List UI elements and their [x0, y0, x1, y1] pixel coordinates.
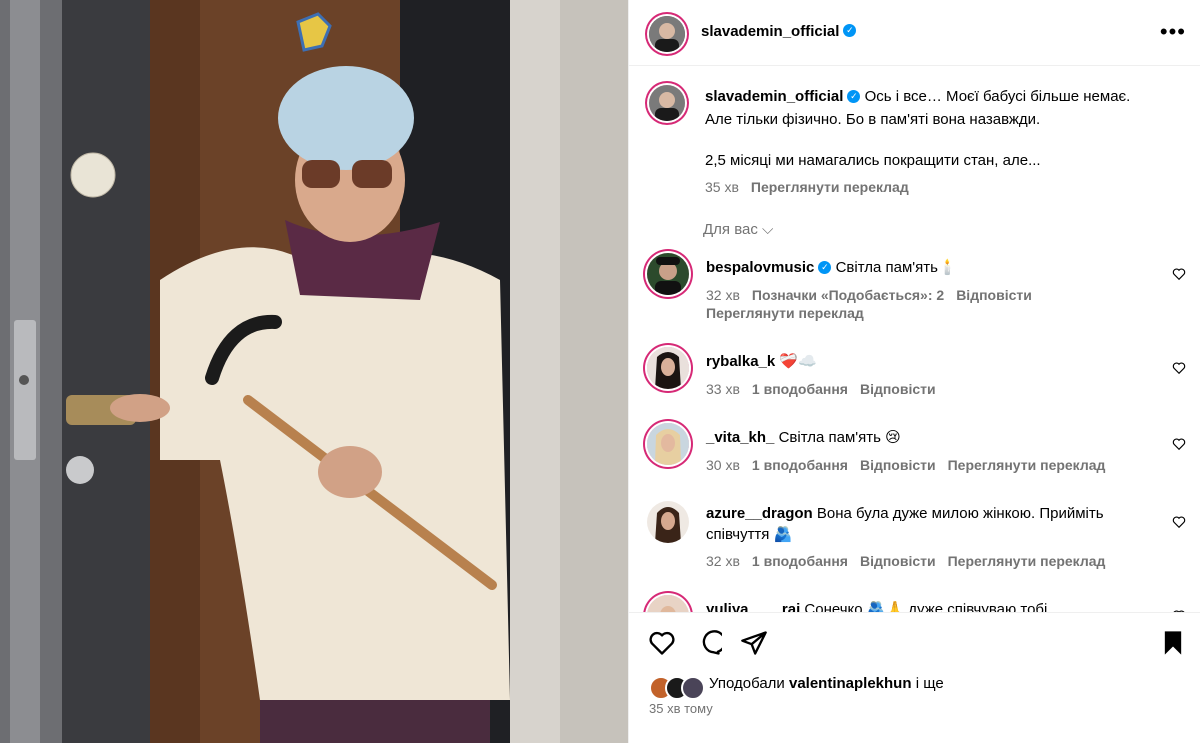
comment-likes[interactable]: 1 вподобання: [752, 457, 848, 473]
comment-likes[interactable]: 1 вподобання: [752, 381, 848, 397]
like-comment-heart-icon[interactable]: [1172, 437, 1186, 451]
comment-body: Світла пам'ять🕯️: [835, 259, 957, 276]
reply-button[interactable]: Відповісти: [956, 287, 1032, 303]
comment-time: 33 хв: [706, 381, 740, 397]
comment-body: Світла пам'ять 😢: [778, 429, 901, 446]
like-heart-icon[interactable]: [648, 629, 676, 657]
reply-button[interactable]: Відповісти: [860, 381, 936, 397]
like-comment-heart-icon[interactable]: [1172, 361, 1186, 375]
comment-body: ❤️‍🩹☁️: [779, 353, 817, 370]
comment-avatar[interactable]: [647, 253, 689, 295]
avatar-photo: [647, 347, 689, 389]
comment-username[interactable]: rybalka_k: [706, 353, 775, 370]
caption-time: 35 хв: [705, 179, 739, 195]
for-you-filter[interactable]: Для вас ⌵: [703, 221, 773, 238]
more-options-icon[interactable]: •••: [1160, 21, 1186, 43]
save-bookmark-icon[interactable]: [1159, 629, 1187, 657]
comment-meta: 30 хв 1 вподобання Відповісти Переглянути п…: [706, 457, 1105, 473]
post-header: slavademin_official ✓ •••: [629, 0, 1200, 66]
comments-scroll[interactable]: slavademin_official ✓ Ось і все… Моєї баб…: [629, 67, 1200, 612]
comment-time: 30 хв: [706, 457, 740, 473]
comment-likes[interactable]: Позначки «Подобається»: 2: [752, 287, 944, 303]
post-photo[interactable]: [0, 0, 628, 743]
caption-meta: 35 хв Переглянути переклад: [705, 176, 1175, 199]
avatar-photo: [647, 423, 689, 465]
avatar-photo: [649, 16, 685, 52]
author-username[interactable]: slavademin_official: [701, 23, 839, 40]
comment-translate-row: Переглянути переклад: [706, 305, 864, 321]
for-you-label: Для вас: [703, 221, 758, 238]
liked-user[interactable]: valentinaplekhun: [789, 675, 912, 692]
post-caption: slavademin_official ✓ Ось і все… Моєї баб…: [705, 85, 1175, 199]
liked-prefix: Уподобали: [709, 675, 785, 692]
photo-illustration: [0, 0, 628, 743]
liked-by-text: Уподобали valentinaplekhun і ще: [709, 675, 944, 692]
comment-text: bespalovmusic ✓ Світла пам'ять🕯️: [706, 257, 1146, 278]
like-comment-heart-icon[interactable]: [1172, 267, 1186, 281]
comment-username[interactable]: yuliya____rai: [706, 601, 800, 612]
reply-button[interactable]: Відповісти: [860, 457, 936, 473]
chevron-down-icon: ⌵: [762, 221, 774, 238]
caption-text-3: 2,5 місяці ми намагались покращити стан,…: [705, 152, 1041, 169]
verified-icon: ✓: [843, 24, 857, 38]
liked-more[interactable]: і ще: [916, 675, 944, 692]
comment-avatar[interactable]: [647, 595, 689, 612]
avatar-photo: [647, 501, 689, 543]
comment-body: Сонечко 🫂🙏 дуже співчуваю тобі: [804, 601, 1048, 612]
reply-button[interactable]: Відповісти: [860, 553, 936, 569]
comment-username[interactable]: azure__dragon: [706, 505, 813, 522]
post-panel: slavademin_official ✓ ••• slavademin_offi…: [628, 0, 1200, 743]
comment-time: 32 хв: [706, 553, 740, 569]
like-comment-heart-icon[interactable]: [1172, 515, 1186, 529]
caption-translate[interactable]: Переглянути переклад: [751, 179, 909, 195]
comment-text: azure__dragon Вона була дуже милою жінко…: [706, 503, 1126, 545]
comment-text: _vita_kh_ Світла пам'ять 😢: [706, 427, 1146, 448]
author-avatar[interactable]: [649, 16, 685, 52]
comment-username[interactable]: _vita_kh_: [706, 429, 774, 446]
caption-text-2: Але тільки фізично. Бо в пам'яті вона на…: [705, 111, 1041, 128]
comment-time: 32 хв: [706, 287, 740, 303]
comment-bubble-icon[interactable]: [694, 629, 722, 657]
comment-meta: 33 хв 1 вподобання Відповісти: [706, 381, 936, 397]
translate-link[interactable]: Переглянути переклад: [706, 305, 864, 321]
avatar-photo: [647, 253, 689, 295]
comment-meta: 32 хв 1 вподобання Відповісти Переглянути п…: [706, 553, 1105, 569]
avatar-photo: [649, 85, 685, 121]
translate-link[interactable]: Переглянути переклад: [948, 553, 1106, 569]
comment-avatar[interactable]: [647, 347, 689, 389]
verified-icon: ✓: [818, 260, 832, 274]
avatar-photo: [647, 595, 689, 612]
caption-text-1: Ось і все… Моєї бабусі більше немає.: [864, 88, 1131, 105]
comment-meta: 32 хв Позначки «Подобається»: 2 Відповісти: [706, 287, 1032, 303]
comment-likes[interactable]: 1 вподобання: [752, 553, 848, 569]
comment-text: yuliya____rai Сонечко 🫂🙏 дуже співчуваю …: [706, 599, 1146, 612]
liker-avatar: [681, 676, 705, 700]
post-time[interactable]: 35 хв тому: [649, 701, 713, 716]
comment-text: rybalka_k ❤️‍🩹☁️: [706, 351, 1146, 372]
post-actions: Уподобали valentinaplekhun і ще 35 хв то…: [629, 612, 1200, 743]
translate-link[interactable]: Переглянути переклад: [948, 457, 1106, 473]
comment-username[interactable]: bespalovmusic: [706, 259, 814, 276]
comment-avatar[interactable]: [647, 501, 689, 543]
share-send-icon[interactable]: [740, 629, 768, 657]
verified-icon: ✓: [847, 89, 861, 103]
caption-username[interactable]: slavademin_official: [705, 88, 843, 105]
caption-avatar[interactable]: [649, 85, 685, 121]
comment-avatar[interactable]: [647, 423, 689, 465]
